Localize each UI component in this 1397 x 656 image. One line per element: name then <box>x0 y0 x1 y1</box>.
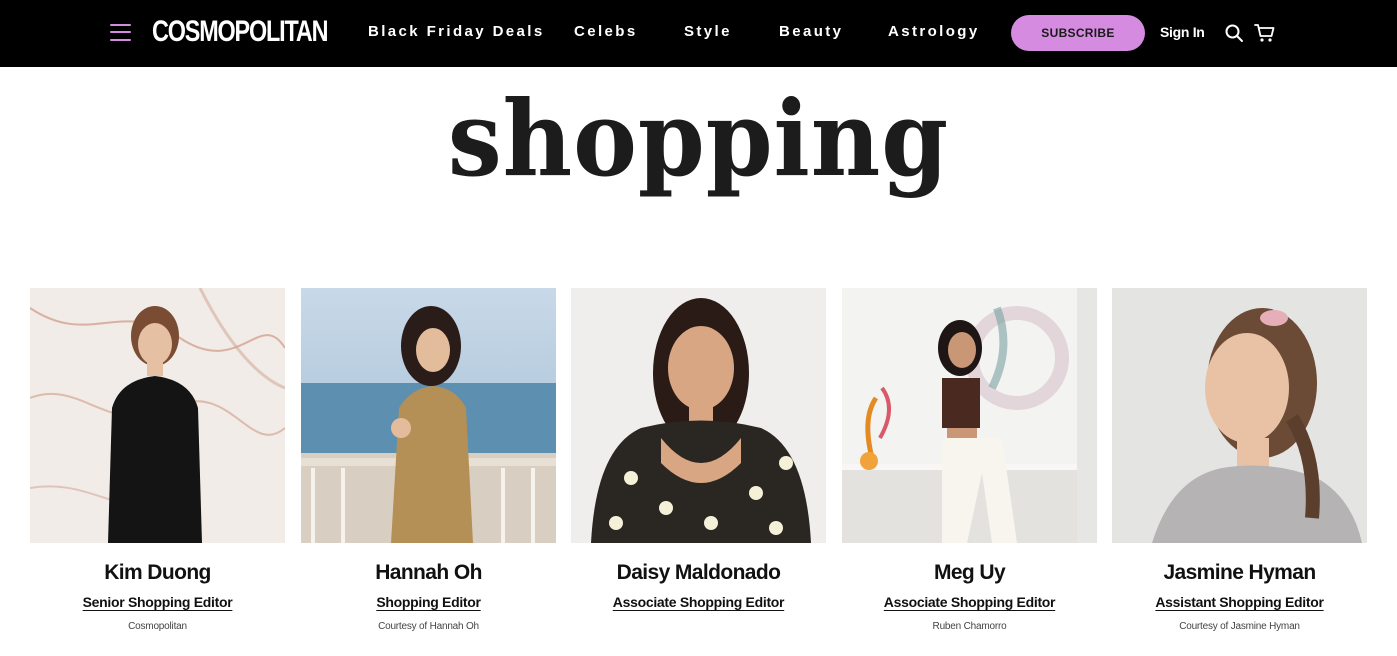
editor-role-link[interactable]: Associate Shopping Editor <box>842 593 1097 611</box>
editor-name: Jasmine Hyman <box>1163 561 1316 584</box>
nav-link-black-friday-deals[interactable]: Black Friday Deals <box>368 22 545 42</box>
editor-name: Hannah Oh <box>375 561 482 584</box>
editor-photo[interactable] <box>30 288 285 543</box>
editor-photo[interactable] <box>301 288 556 543</box>
photo-credit: Cosmopolitan <box>128 621 187 632</box>
page-title: shopping <box>447 77 950 200</box>
nav-link-style[interactable]: Style <box>684 22 732 42</box>
editor-name: Daisy Maldonado <box>616 561 781 584</box>
editor-name: Meg Uy <box>933 561 1006 584</box>
search-icon[interactable] <box>1224 23 1244 43</box>
photo-credit: Courtesy of Hannah Oh <box>378 621 479 632</box>
editor-role-link[interactable]: Senior Shopping Editor <box>30 593 285 611</box>
photo-credit: Courtesy of Jasmine Hyman <box>1179 621 1300 632</box>
nav-link-beauty[interactable]: Beauty <box>779 22 843 42</box>
editor-name: Kim Duong <box>104 561 211 584</box>
site-logo[interactable]: COSMOPOLITAN <box>152 16 328 48</box>
photo-credit: Ruben Chamorro <box>932 621 1007 632</box>
editor-photo[interactable] <box>571 288 826 543</box>
editor-photo[interactable] <box>842 288 1097 543</box>
editor-photo[interactable] <box>1112 288 1367 543</box>
editor-card[interactable]: Kim Duong Senior Shopping Editor Cosmopo… <box>30 288 285 634</box>
editor-card[interactable]: Jasmine Hyman Assistant Shopping Editor … <box>1112 288 1367 634</box>
nav-link-celebs[interactable]: Celebs <box>574 22 638 42</box>
subscribe-button[interactable]: SUBSCRIBE <box>1011 15 1145 51</box>
editor-card[interactable]: Daisy Maldonado Associate Shopping Edito… <box>571 288 826 620</box>
sign-in-link[interactable]: Sign In <box>1160 24 1205 40</box>
editor-role-link[interactable]: Associate Shopping Editor <box>571 593 826 611</box>
editor-card[interactable]: Hannah Oh Shopping Editor Courtesy of Ha… <box>301 288 556 634</box>
editor-card[interactable]: Meg Uy Associate Shopping Editor Ruben C… <box>842 288 1097 634</box>
cart-icon[interactable] <box>1254 23 1276 43</box>
site-header: COSMOPOLITAN Black Friday Deals Celebs S… <box>0 0 1397 67</box>
nav-link-astrology[interactable]: Astrology <box>888 22 980 42</box>
editor-role-link[interactable]: Assistant Shopping Editor <box>1112 593 1367 611</box>
menu-icon[interactable] <box>110 23 131 42</box>
editor-role-link[interactable]: Shopping Editor <box>301 593 556 611</box>
